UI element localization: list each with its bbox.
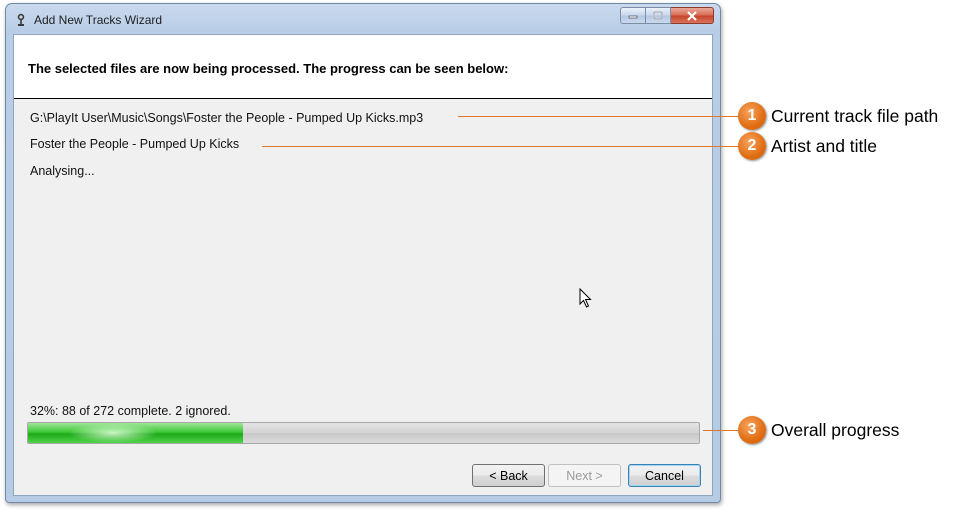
maximize-button[interactable] bbox=[646, 7, 671, 24]
callout-label-3: Overall progress bbox=[771, 420, 900, 440]
current-file-path: G:\PlayIt User\Music\Songs\Foster the Pe… bbox=[30, 111, 424, 125]
callout-line-1 bbox=[458, 116, 740, 117]
caption-buttons bbox=[620, 7, 714, 26]
overall-progress-bar bbox=[27, 422, 700, 444]
callout-line-2 bbox=[262, 146, 740, 147]
callout-line-3 bbox=[703, 430, 740, 431]
status-text: Analysing... bbox=[30, 164, 95, 178]
callout-badge-3: 3 bbox=[738, 416, 766, 444]
title-bar[interactable]: Add New Tracks Wizard bbox=[6, 4, 720, 34]
callout-badge-2: 2 bbox=[738, 132, 766, 160]
wizard-window: Add New Tracks Wizard The selected files… bbox=[5, 3, 721, 503]
header-band: The selected files are now being process… bbox=[14, 35, 712, 99]
close-button[interactable] bbox=[671, 7, 714, 24]
progress-text: 32%: 88 of 272 complete. 2 ignored. bbox=[30, 404, 231, 418]
wizard-client-area: The selected files are now being process… bbox=[13, 34, 713, 496]
maximize-icon bbox=[653, 11, 663, 20]
back-button[interactable]: < Back bbox=[472, 464, 545, 487]
cancel-button[interactable]: Cancel bbox=[628, 464, 701, 487]
callout-label-1: Current track file path bbox=[771, 106, 939, 126]
app-icon bbox=[17, 13, 25, 26]
minimize-button[interactable] bbox=[620, 7, 646, 24]
callout-badge-1: 1 bbox=[738, 102, 766, 130]
progress-glow bbox=[68, 423, 158, 443]
artist-title: Foster the People - Pumped Up Kicks bbox=[30, 137, 240, 151]
minimize-icon bbox=[628, 15, 638, 18]
next-button[interactable]: Next > bbox=[548, 464, 621, 487]
mouse-cursor-icon bbox=[579, 288, 592, 308]
close-icon bbox=[687, 10, 697, 21]
callout-label-2: Artist and title bbox=[771, 136, 878, 156]
header-text: The selected files are now being process… bbox=[28, 61, 509, 76]
window-title: Add New Tracks Wizard bbox=[34, 13, 163, 27]
